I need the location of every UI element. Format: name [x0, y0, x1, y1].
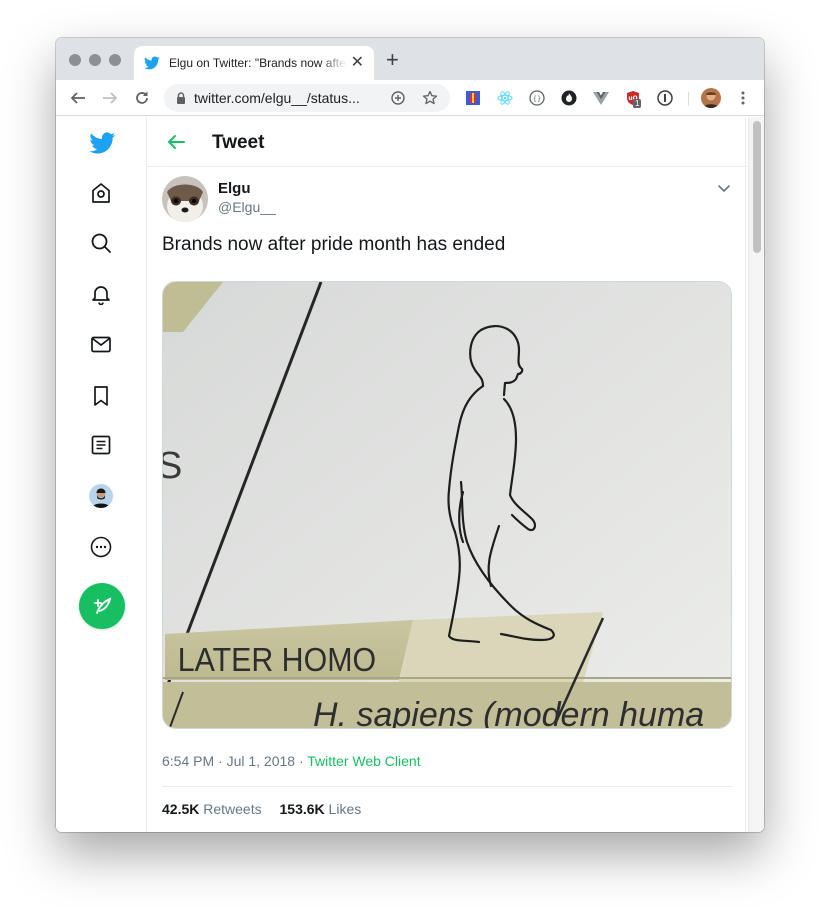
extension-badge: 1	[633, 99, 642, 108]
timestamp-text: 6:54 PM · Jul 1, 2018 ·	[162, 753, 308, 769]
add-circle-icon[interactable]	[390, 90, 406, 106]
tweet-timestamp: 6:54 PM · Jul 1, 2018 · Twitter Web Clie…	[162, 753, 421, 769]
compose-feather-icon	[94, 597, 112, 614]
kebab-menu-icon[interactable]	[733, 88, 753, 108]
maximize-window-button[interactable]	[109, 54, 121, 66]
reload-icon[interactable]	[132, 88, 152, 108]
page-scrollbar[interactable]	[748, 117, 764, 832]
page-title: Tweet	[212, 132, 265, 153]
onepassword-icon[interactable]	[657, 90, 673, 106]
react-devtools-icon[interactable]	[497, 90, 513, 106]
notifications-icon[interactable]	[89, 282, 113, 306]
twitter-sidebar	[56, 117, 147, 832]
profile-avatar[interactable]	[89, 484, 113, 508]
url-text: twitter.com/elgu__/status...	[194, 90, 360, 106]
browser-profile-avatar[interactable]	[701, 88, 721, 108]
likes-stat[interactable]: 153.6K Likes	[280, 801, 362, 817]
explore-icon[interactable]	[89, 231, 113, 255]
chevron-down-icon[interactable]	[716, 180, 732, 196]
image-label-later-homo: LATER HOMO	[178, 641, 376, 678]
retweets-label: Retweets	[203, 801, 262, 817]
image-stray-letter: S	[163, 445, 182, 487]
likes-count: 153.6K	[279, 801, 325, 817]
json-viewer-icon[interactable]: {}	[529, 90, 545, 106]
scrollbar-thumb[interactable]	[753, 121, 761, 253]
close-window-button[interactable]	[69, 54, 81, 66]
tab-strip: Elgu on Twitter: "Brands now after pride…	[56, 38, 764, 80]
page-viewport: Tweet Elgu @Elgu__ Brands now after prid…	[56, 117, 764, 832]
page-header: Tweet	[147, 117, 747, 167]
vue-devtools-icon[interactable]	[593, 90, 609, 106]
back-arrow-icon[interactable]	[68, 88, 88, 108]
tweet-image[interactable]: S LATER HOMO H. sapiens (modern huma	[162, 281, 732, 729]
svg-text:{}: {}	[533, 95, 541, 103]
toolbar-separator	[688, 92, 689, 106]
ublock-icon[interactable]: uO 1	[625, 90, 642, 108]
author-display-name[interactable]: Elgu	[218, 180, 251, 197]
messages-icon[interactable]	[89, 332, 113, 356]
forward-arrow-icon[interactable]	[100, 88, 120, 108]
new-tab-button[interactable]: +	[386, 49, 399, 71]
browser-window: Elgu on Twitter: "Brands now after pride…	[56, 38, 764, 832]
star-icon[interactable]	[422, 90, 438, 106]
back-arrow-icon[interactable]	[165, 131, 187, 153]
retweets-stat[interactable]: 42.5K Retweets	[162, 801, 262, 817]
tweet-text: Brands now after pride month has ended	[162, 234, 506, 255]
close-tab-icon[interactable]: ✕	[351, 55, 364, 71]
author-handle[interactable]: @Elgu__	[218, 199, 276, 215]
retweets-count: 42.5K	[162, 801, 200, 817]
evolution-diagram-image: S LATER HOMO H. sapiens (modern huma	[163, 282, 731, 729]
tab-title: Elgu on Twitter: "Brands now after pride…	[169, 56, 347, 70]
twitter-favicon-icon	[144, 56, 160, 70]
browser-tab[interactable]: Elgu on Twitter: "Brands now after pride…	[134, 46, 374, 80]
browser-toolbar: twitter.com/elgu__/status... {} uO 1	[56, 80, 764, 116]
tweet-detail-column: Tweet Elgu @Elgu__ Brands now after prid…	[146, 117, 747, 832]
lists-icon[interactable]	[89, 433, 113, 457]
lighthouse-extension-icon[interactable]	[465, 90, 481, 106]
likes-label: Likes	[328, 801, 362, 817]
source-link[interactable]: Twitter Web Client	[307, 753, 420, 769]
bookmarks-icon[interactable]	[89, 384, 113, 408]
author-avatar[interactable]	[162, 176, 208, 222]
tweet-stats: 42.5K Retweets 153.6K Likes	[162, 801, 361, 817]
compose-tweet-button[interactable]	[79, 583, 125, 629]
home-icon[interactable]	[89, 181, 113, 205]
twitter-logo-icon[interactable]	[88, 129, 116, 157]
flame-extension-icon[interactable]	[561, 90, 577, 106]
lock-icon	[177, 92, 185, 104]
more-icon[interactable]	[89, 535, 113, 559]
address-bar[interactable]: twitter.com/elgu__/status...	[164, 84, 450, 112]
image-caption: H. sapiens (modern huma	[313, 696, 704, 729]
minimize-window-button[interactable]	[89, 54, 101, 66]
stats-divider	[162, 786, 732, 787]
